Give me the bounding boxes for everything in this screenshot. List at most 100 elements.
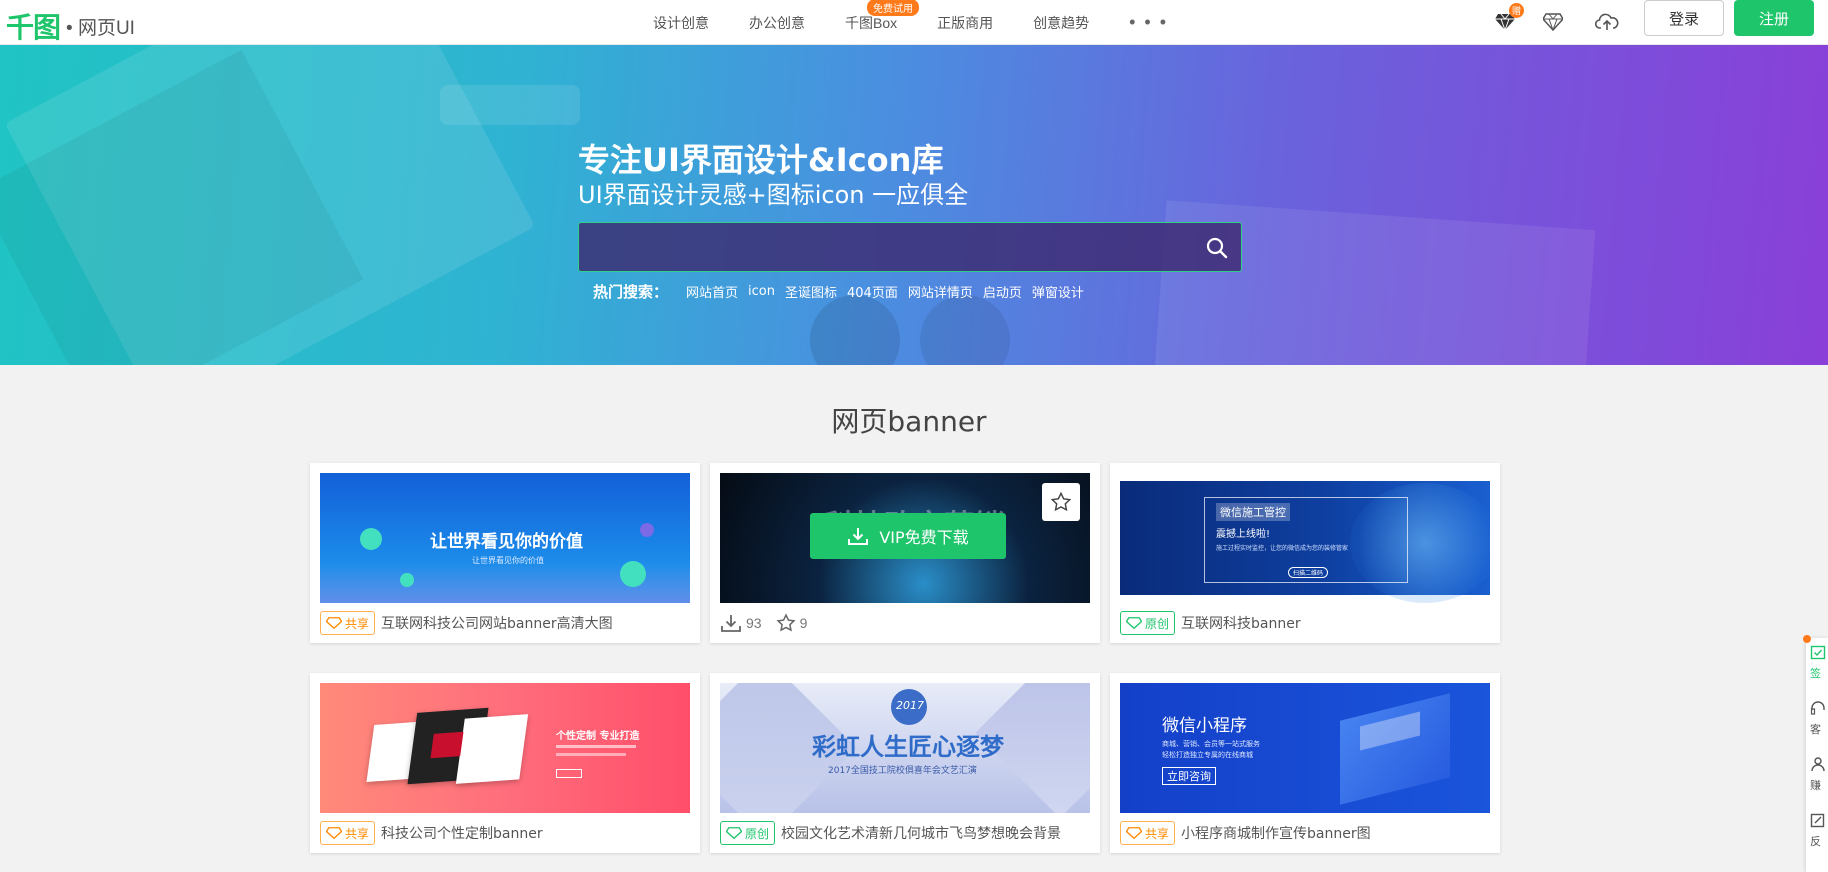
search-input[interactable] xyxy=(599,233,1179,263)
thumbnail-decoration xyxy=(620,561,646,587)
template-card[interactable]: 2017 彩虹人生匠心逐梦 2017全国技工院校俱喜年会文艺汇演 原创 校园文化… xyxy=(710,673,1100,853)
original-tag: 原创 xyxy=(720,821,776,845)
favorite-button[interactable] xyxy=(1042,483,1080,521)
thumbnail-year: 2017 xyxy=(896,699,924,712)
calendar-icon xyxy=(1810,645,1826,660)
download-icon xyxy=(721,615,741,632)
thumbnail-title: 微信小程序 xyxy=(1162,716,1247,736)
edit-icon xyxy=(1810,813,1825,828)
template-card[interactable]: 微信小程序 商城、营销、会员等一站式服务 轻松打造独立专属的在线商城 立即咨询 … xyxy=(1110,673,1500,853)
register-button[interactable]: 注册 xyxy=(1734,0,1814,36)
more-menu-icon[interactable]: • • • xyxy=(1129,12,1168,33)
thumbnail-decoration xyxy=(455,714,529,784)
thumbnail-button: 扫描二维码 xyxy=(1288,567,1329,578)
sidebar-item-feedback[interactable]: 反 xyxy=(1810,812,1828,852)
share-tag: 共享 xyxy=(1120,821,1176,845)
original-tag-label: 原创 xyxy=(745,826,770,841)
sidebar-item-label: 签 xyxy=(1810,668,1821,680)
vip-gift-icon[interactable]: 赠 xyxy=(1492,3,1524,35)
download-count-value: 93 xyxy=(746,615,762,631)
card-footer: 原创 校园文化艺术清新几何城市飞鸟梦想晚会背景 xyxy=(720,819,1061,847)
card-stats: 93 9 xyxy=(720,609,821,637)
thumbnail-decoration xyxy=(430,731,464,759)
upload-icon[interactable] xyxy=(1594,9,1620,35)
user-icon xyxy=(1811,757,1825,772)
share-tag-label: 共享 xyxy=(345,826,370,841)
card-footer: 原创 互联网科技banner xyxy=(1120,609,1301,637)
hot-search-tag[interactable]: 404页面 xyxy=(847,282,898,301)
hot-search-tag[interactable]: 圣诞图标 xyxy=(785,282,837,301)
card-thumbnail[interactable]: 让世界看见你的价值 让世界看见你的价值 xyxy=(320,473,690,603)
floating-sidebar: 签 客 赚 反 xyxy=(1803,635,1828,872)
logo-mark: 千图 xyxy=(6,11,61,44)
card-thumbnail[interactable]: 2017 彩虹人生匠心逐梦 2017全国技工院校俱喜年会文艺汇演 xyxy=(720,683,1090,813)
thumbnail-decoration xyxy=(556,753,626,756)
vip-download-button[interactable]: VIP免费下载 xyxy=(810,513,1006,559)
star-icon xyxy=(776,613,796,632)
sidebar-item-label: 反 xyxy=(1810,836,1821,848)
original-tag-label: 原创 xyxy=(1145,616,1170,631)
nav-item-office[interactable]: 办公创意 xyxy=(749,13,805,33)
card-title[interactable]: 互联网科技公司网站banner高清大图 xyxy=(381,613,613,633)
thumbnail-subtitle: 2017全国技工院校俱喜年会文艺汇演 xyxy=(828,766,977,776)
thumbnail-line: 轻松打造独立专属的在线商城 xyxy=(1162,751,1253,759)
sidebar-item-earn[interactable]: 赚 xyxy=(1810,756,1828,796)
card-title[interactable]: 科技公司个性定制banner xyxy=(381,823,543,843)
template-card[interactable]: 科技改变营销 VIP免费下载 93 9 xyxy=(710,463,1100,643)
top-header: 千图 • 网页UI 设计创意 办公创意 千图Box 免费试用 正版商用 创意趋势… xyxy=(0,0,1828,45)
site-logo[interactable]: 千图 • 网页UI xyxy=(6,6,135,46)
search-icon[interactable] xyxy=(1205,236,1229,260)
login-button[interactable]: 登录 xyxy=(1644,0,1724,36)
card-footer: 共享 小程序商城制作宣传banner图 xyxy=(1120,819,1371,847)
share-tag: 共享 xyxy=(320,821,376,845)
nav-item-box[interactable]: 千图Box 免费试用 xyxy=(845,0,919,33)
thumbnail-decoration xyxy=(556,769,582,778)
download-icon xyxy=(848,528,869,545)
card-title[interactable]: 校园文化艺术清新几何城市飞鸟梦想晚会背景 xyxy=(781,823,1061,843)
template-card[interactable]: 让世界看见你的价值 让世界看见你的价值 共享 互联网科技公司网站banner高清… xyxy=(310,463,700,643)
thumbnail-decoration xyxy=(640,523,654,537)
card-title[interactable]: 互联网科技banner xyxy=(1181,613,1301,633)
diamond-icon xyxy=(1126,827,1142,839)
section-title: 网页banner xyxy=(831,405,987,438)
hero-banner: 专注UI界面设计&Icon库 UI界面设计灵感+图标icon 一应俱全 热门搜索… xyxy=(0,45,1828,365)
hot-search-tag[interactable]: 启动页 xyxy=(983,282,1022,301)
share-tag: 共享 xyxy=(320,611,376,635)
hot-search: 热门搜索： 网站首页 icon 圣诞图标 404页面 网站详情页 启动页 弹窗设… xyxy=(593,281,1094,302)
sidebar-item-service[interactable]: 客 xyxy=(1810,700,1828,740)
sidebar-item-checkin[interactable]: 签 xyxy=(1810,644,1828,684)
card-thumbnail[interactable]: 科技改变营销 VIP免费下载 xyxy=(720,473,1090,603)
template-card[interactable]: 微信施工管控 震撼上线啦! 施工过程实时监控，让您的微信成为您的装修管家 扫描二… xyxy=(1110,463,1500,643)
gift-badge: 赠 xyxy=(1509,3,1524,18)
search-box xyxy=(578,222,1242,272)
vip-download-label: VIP免费下载 xyxy=(879,528,969,547)
share-tag-label: 共享 xyxy=(345,616,370,631)
main-nav: 设计创意 办公创意 千图Box 免费试用 正版商用 创意趋势 • • • xyxy=(653,0,1168,45)
card-thumbnail[interactable]: 微信施工管控 震撼上线啦! 施工过程实时监控，让您的微信成为您的装修管家 扫描二… xyxy=(1120,473,1490,603)
thumbnail-title: 微信施工管控 xyxy=(1216,503,1290,521)
hot-search-tag[interactable]: 网站详情页 xyxy=(908,282,973,301)
thumbnail-title: 个性定制 专业打造 xyxy=(556,731,640,742)
card-title[interactable]: 小程序商城制作宣传banner图 xyxy=(1181,823,1371,843)
hot-search-tag[interactable]: 网站首页 xyxy=(686,282,738,301)
thumbnail-decoration xyxy=(556,745,636,748)
thumbnail-button: 立即咨询 xyxy=(1162,767,1216,785)
thumbnail-line: 震撼上线啦! xyxy=(1216,529,1271,540)
hero-bg-decoration xyxy=(440,85,580,125)
card-thumbnail[interactable]: 个性定制 专业打造 xyxy=(320,683,690,813)
card-thumbnail[interactable]: 微信小程序 商城、营销、会员等一站式服务 轻松打造独立专属的在线商城 立即咨询 xyxy=(1120,683,1490,813)
nav-item-trends[interactable]: 创意趋势 xyxy=(1033,13,1089,33)
diamond-icon xyxy=(726,827,742,839)
hot-search-tag[interactable]: icon xyxy=(748,284,775,299)
sidebar-item-label: 赚 xyxy=(1810,780,1821,792)
card-footer: 共享 互联网科技公司网站banner高清大图 xyxy=(320,609,613,637)
diamond-icon[interactable] xyxy=(1540,9,1566,35)
nav-item-licensed[interactable]: 正版商用 xyxy=(937,13,993,33)
diamond-icon xyxy=(326,827,342,839)
download-count: 93 xyxy=(720,613,762,633)
nav-item-box-label: 千图Box xyxy=(845,14,898,31)
nav-item-design[interactable]: 设计创意 xyxy=(653,13,709,33)
hot-search-tag[interactable]: 弹窗设计 xyxy=(1032,282,1084,301)
template-card[interactable]: 个性定制 专业打造 共享 科技公司个性定制banner xyxy=(310,673,700,853)
hot-search-label: 热门搜索： xyxy=(593,283,669,301)
